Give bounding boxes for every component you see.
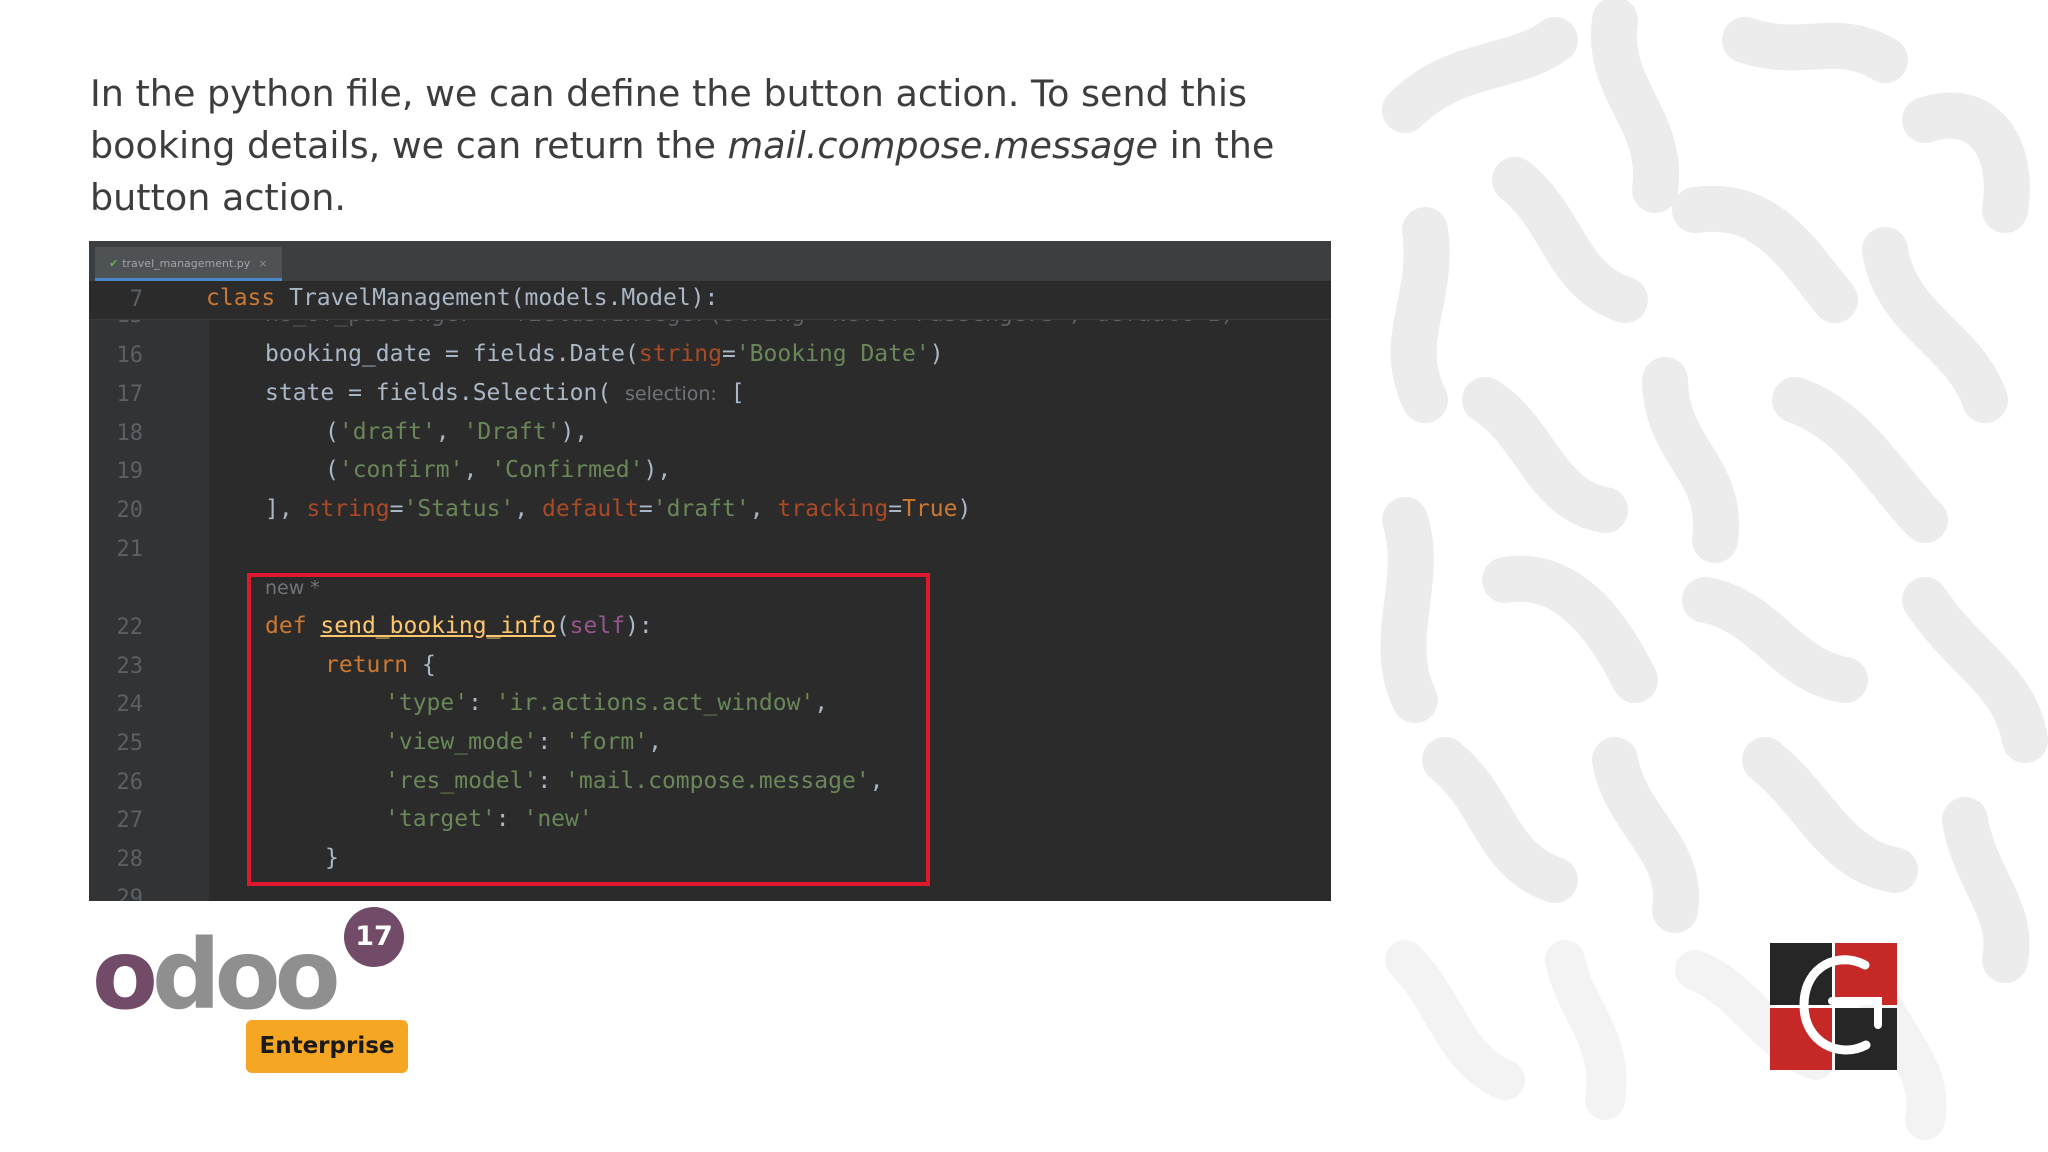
line-number: 29 [116, 886, 144, 901]
sticky-class-header: 7 class TravelManagement(models.Model): [89, 281, 1331, 320]
line-number: 17 [116, 382, 144, 407]
tab-label: travel_management.py [122, 257, 251, 270]
close-tab-icon[interactable]: × [258, 257, 267, 270]
line-number: 18 [116, 421, 144, 446]
code-screenshot: ✔travel_management.py× 15 no_of_passenge… [89, 241, 1331, 901]
code-line: ], string='Status', default='draft', tra… [265, 496, 972, 522]
line-number: 23 [116, 654, 144, 679]
editor-tab[interactable]: ✔ travel_management.py × [95, 247, 282, 281]
line-number: 28 [116, 847, 144, 872]
line-number: 26 [116, 770, 144, 795]
class-keyword: class [206, 285, 276, 311]
line-number: 7 [129, 287, 143, 312]
line-number: 19 [116, 459, 144, 484]
odoo-wordmark: odoo [92, 919, 341, 1031]
highlight-box [247, 573, 930, 886]
code-line: state = fields.Selection( selection: [ [265, 380, 745, 406]
code-line: ('confirm', 'Confirmed'), [325, 457, 672, 483]
code-line: booking_date = fields.Date(string='Booki… [265, 341, 944, 367]
line-number: 22 [116, 615, 144, 640]
line-number: 25 [116, 731, 144, 756]
line-number: 24 [116, 692, 144, 717]
editor-tab-bar: ✔ travel_management.py × [89, 241, 1331, 282]
line-number: 20 [116, 498, 144, 523]
decorative-pattern [1380, 0, 2048, 1140]
version-badge: 17 [344, 907, 404, 967]
file-saved-icon: ✔ [109, 257, 119, 270]
class-declaration: class TravelManagement(models.Model): [206, 285, 718, 311]
intro-emphasis: mail.compose.message [727, 124, 1158, 167]
intro-paragraph: In the python file, we can define the bu… [90, 68, 1310, 224]
odoo-logo: odoo 17 Enterprise [92, 905, 412, 1075]
line-number: 16 [116, 343, 144, 368]
company-logo [1770, 943, 1897, 1070]
enterprise-badge: Enterprise [246, 1020, 408, 1073]
line-number: 27 [116, 808, 144, 833]
class-signature: TravelManagement(models.Model): [275, 285, 719, 311]
line-number: 21 [116, 537, 144, 562]
code-line: ('draft', 'Draft'), [325, 419, 589, 445]
